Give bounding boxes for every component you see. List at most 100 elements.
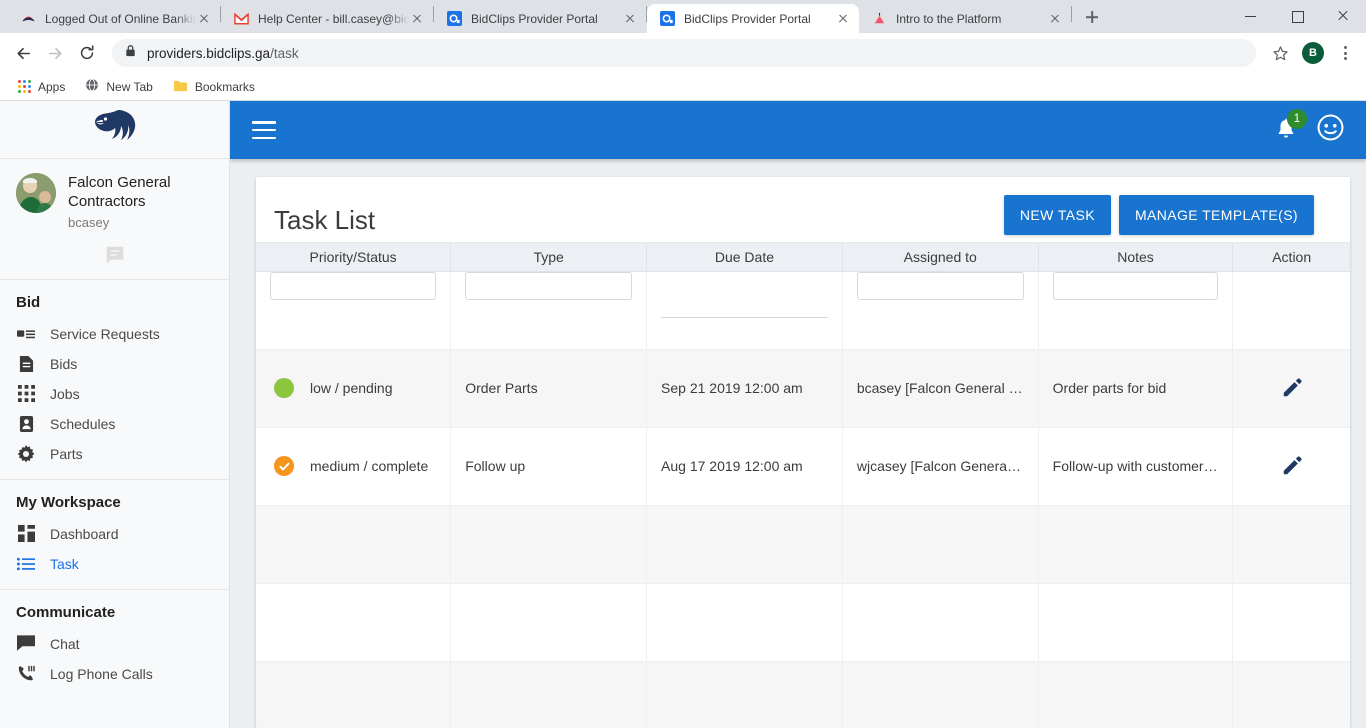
tab-close-icon[interactable]: [622, 11, 638, 27]
gmail-icon: [233, 11, 249, 27]
sidebar-item-schedules[interactable]: Schedules: [0, 409, 229, 439]
document-icon: [16, 354, 36, 374]
browser-toolbar: providers.bidclips.ga/task B: [0, 33, 1366, 73]
cell-due-date: Aug 17 2019 12:00 am: [646, 427, 843, 506]
star-icon[interactable]: [1266, 39, 1294, 67]
bookmark-new-tab[interactable]: New Tab: [77, 75, 160, 98]
maximize-icon[interactable]: [1274, 0, 1320, 32]
edit-pencil-icon[interactable]: [1247, 377, 1336, 399]
sidebar-item-bids[interactable]: Bids: [0, 349, 229, 379]
sidebar-item-label: Jobs: [50, 385, 80, 402]
browser-tab-4-active[interactable]: BidClips Provider Portal: [647, 4, 859, 33]
sidebar-item-log-phone-calls[interactable]: Log Phone Calls: [0, 659, 229, 689]
user-profile[interactable]: Falcon General Contractors bcasey: [0, 159, 229, 236]
notifications-button[interactable]: 1: [1273, 109, 1307, 143]
tab-title: Intro to the Platform: [896, 11, 1002, 26]
browser-tab-1[interactable]: Logged Out of Online Banking: [8, 4, 220, 33]
user-chat-row[interactable]: [0, 236, 229, 280]
address-bar[interactable]: providers.bidclips.ga/task: [112, 39, 1256, 67]
browser-tab-5[interactable]: Intro to the Platform: [859, 4, 1071, 33]
column-header-priority-status[interactable]: Priority/Status: [256, 243, 452, 272]
tab-close-icon[interactable]: [196, 11, 212, 27]
filter-cell-due-date: [646, 271, 843, 350]
hamburger-icon[interactable]: [252, 121, 276, 139]
sidebar-item-task[interactable]: Task: [0, 549, 229, 579]
sidebar-item-label: Log Phone Calls: [50, 665, 153, 682]
table-row[interactable]: [256, 505, 1350, 584]
sidebar-item-service-requests[interactable]: Service Requests: [0, 319, 229, 349]
minimize-icon[interactable]: [1228, 0, 1274, 32]
table-row[interactable]: low / pending Order Parts Sep 21 2019 12…: [256, 349, 1350, 428]
cell-assigned-to: bcasey [Falcon General Co...: [842, 349, 1039, 428]
brand-logo[interactable]: [0, 101, 229, 159]
reload-icon[interactable]: [72, 38, 102, 68]
sidebar-item-label: Task: [50, 555, 79, 572]
avatar: [16, 173, 56, 213]
notification-badge: 1: [1287, 109, 1307, 129]
table-filter-row: [256, 271, 1350, 350]
lock-icon: [124, 44, 137, 63]
cell-type: Order Parts: [450, 349, 648, 428]
bidclips-icon: [446, 11, 462, 27]
close-icon[interactable]: [1320, 0, 1366, 32]
bookmark-apps[interactable]: Apps: [10, 77, 73, 97]
filter-input-type[interactable]: [465, 271, 633, 300]
card-header: Task List NEW TASK MANAGE TEMPLATE(S): [256, 177, 1350, 243]
cell-due-date: [646, 661, 843, 728]
column-header-type[interactable]: Type: [450, 243, 648, 272]
cell-priority-status: [256, 661, 452, 728]
app-top-bar: 1: [230, 101, 1366, 159]
browser-tab-3[interactable]: BidClips Provider Portal: [434, 4, 646, 33]
cell-action: [1232, 427, 1350, 506]
filter-input-due-date[interactable]: [661, 289, 828, 318]
new-task-button[interactable]: NEW TASK: [1003, 195, 1111, 235]
cell-assigned-to: [842, 661, 1039, 728]
table-header-row: Priority/Status Type Due Date Assigned t…: [256, 243, 1350, 272]
cell-type: [450, 583, 648, 662]
edit-pencil-icon[interactable]: [1247, 455, 1336, 477]
sidebar-item-dashboard[interactable]: Dashboard: [0, 519, 229, 549]
filter-input-notes[interactable]: [1052, 271, 1219, 300]
bookmark-bookmarks-folder[interactable]: Bookmarks: [165, 76, 263, 98]
cell-priority-status: medium / complete: [256, 427, 452, 506]
back-arrow-icon[interactable]: [8, 38, 38, 68]
drive-triangle-icon: [871, 11, 887, 27]
table-row[interactable]: medium / complete Follow up Aug 17 2019 …: [256, 427, 1350, 506]
browser-tab-2[interactable]: Help Center - bill.casey@bidcli: [221, 4, 433, 33]
cell-notes: [1038, 505, 1234, 584]
cell-due-date: [646, 505, 843, 584]
sidebar-item-chat[interactable]: Chat: [0, 629, 229, 659]
bookmarks-bar: Apps New Tab Bookmarks: [0, 73, 1366, 101]
sidebar-item-label: Schedules: [50, 415, 116, 432]
nav-group-communicate: Communicate Chat Log Phone Calls: [0, 590, 229, 699]
bookmark-label: Apps: [38, 79, 66, 94]
manage-templates-button[interactable]: MANAGE TEMPLATE(S): [1118, 195, 1314, 235]
column-header-assigned-to[interactable]: Assigned to: [842, 243, 1039, 272]
column-header-due-date[interactable]: Due Date: [646, 243, 843, 272]
apps-grid-icon: [18, 80, 31, 93]
bank-triangle-icon: [20, 11, 36, 27]
page-body: Falcon General Contractors bcasey Bid Se…: [0, 101, 1366, 728]
tab-strip: Logged Out of Online Banking Help Center…: [0, 0, 1366, 33]
column-header-notes[interactable]: Notes: [1038, 243, 1234, 272]
contact-card-icon: [16, 414, 36, 434]
tab-close-icon[interactable]: [1047, 11, 1063, 27]
table-row[interactable]: [256, 583, 1350, 662]
tab-close-icon[interactable]: [835, 11, 851, 27]
tab-divider: [1071, 5, 1072, 22]
orange-check-circle-icon: [274, 456, 294, 476]
kebab-menu-icon[interactable]: [1332, 39, 1358, 67]
new-tab-button[interactable]: [1078, 3, 1106, 31]
dashboard-icon: [16, 524, 36, 544]
profile-avatar[interactable]: B: [1302, 42, 1324, 64]
chat-bubble-icon[interactable]: [104, 244, 126, 271]
sidebar-item-parts[interactable]: Parts: [0, 439, 229, 469]
filter-input-assigned-to[interactable]: [856, 271, 1024, 300]
account-face-icon[interactable]: [1317, 114, 1344, 146]
table-row[interactable]: [256, 661, 1350, 728]
sidebar-item-jobs[interactable]: Jobs: [0, 379, 229, 409]
sidebar-item-label: Bids: [50, 355, 78, 372]
tab-close-icon[interactable]: [409, 11, 425, 27]
filter-input-priority-status[interactable]: [270, 271, 437, 300]
user-handle: bcasey: [68, 214, 110, 230]
